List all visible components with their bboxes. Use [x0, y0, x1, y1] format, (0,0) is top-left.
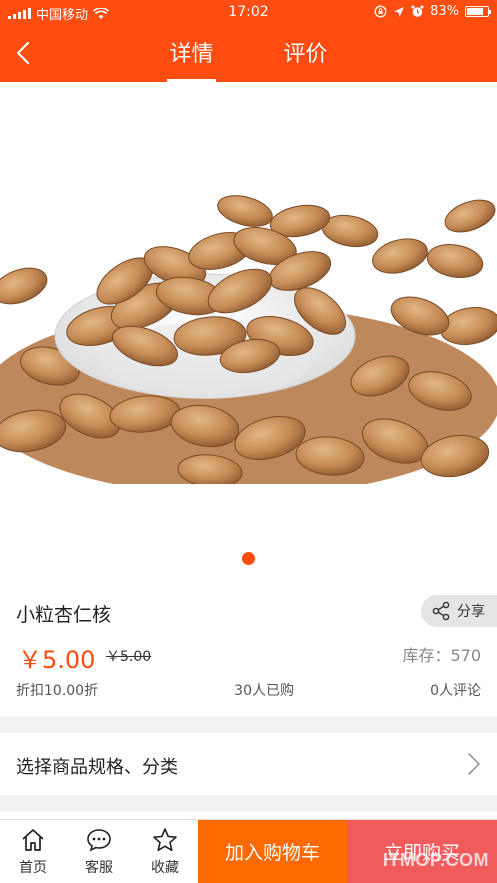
product-price: ￥5.00 [18, 646, 96, 674]
watermark: ITMOP.COM [382, 850, 489, 870]
share-button[interactable]: 分享 [421, 595, 497, 627]
home-label: 首页 [19, 859, 47, 876]
location-icon [394, 6, 405, 17]
buy-now-button[interactable]: 立即购买 ITMOP.COM [347, 820, 497, 883]
discount-label: 折扣10.00折 [16, 683, 99, 699]
product-title: 小粒杏仁核 [16, 604, 112, 626]
star-icon [153, 827, 177, 851]
original-price: ￥5.00 [106, 649, 152, 665]
product-gallery[interactable] [0, 82, 497, 582]
spec-selector[interactable]: 选择商品规格、分类 [0, 733, 497, 795]
spec-label: 选择商品规格、分类 [16, 757, 178, 778]
battery-percent: 83% [430, 4, 459, 19]
home-button[interactable]: 首页 [0, 820, 66, 883]
app-header: 中国移动 17:02 83% 详情 评价 [0, 0, 497, 82]
chat-icon [87, 828, 111, 851]
status-right: 83% [374, 4, 491, 19]
stock-count: 库存：570 [402, 646, 481, 665]
favorite-button[interactable]: 收藏 [132, 820, 198, 883]
alarm-icon [411, 5, 424, 17]
favorite-label: 收藏 [151, 859, 179, 876]
chevron-right-icon [468, 753, 480, 775]
home-icon [22, 828, 44, 851]
lock-rotation-icon [374, 5, 387, 18]
customer-service-button[interactable]: 客服 [66, 820, 132, 883]
share-label: 分享 [457, 604, 485, 620]
battery-icon [465, 6, 491, 17]
status-bar: 中国移动 17:02 83% [0, 0, 497, 26]
product-image [0, 176, 497, 484]
tab-details[interactable]: 详情 [167, 36, 216, 82]
top-nav: 详情 评价 [0, 26, 497, 82]
carousel-indicator[interactable] [242, 552, 255, 565]
sold-count: 30人已购 [234, 683, 294, 699]
product-detail-page: 中国移动 17:02 83% 详情 评价 小粒杏仁核 分享 ￥5.00 ￥5.0… [0, 0, 497, 883]
add-to-cart-button[interactable]: 加入购物车 [198, 820, 347, 883]
tab-reviews[interactable]: 评价 [284, 36, 328, 74]
review-count: 0人评论 [430, 683, 481, 699]
service-label: 客服 [85, 859, 113, 876]
tab-bar: 详情 评价 [0, 36, 497, 82]
product-info: 小粒杏仁核 分享 ￥5.00 ￥5.00 库存：570 折扣10.00折 30人… [0, 582, 497, 717]
share-icon [432, 601, 450, 621]
product-meta: 折扣10.00折 30人已购 0人评论 [16, 680, 481, 700]
bottom-action-bar: 首页 客服 收藏 加入购物车 立即购买 ITMOP.COM [0, 819, 497, 883]
